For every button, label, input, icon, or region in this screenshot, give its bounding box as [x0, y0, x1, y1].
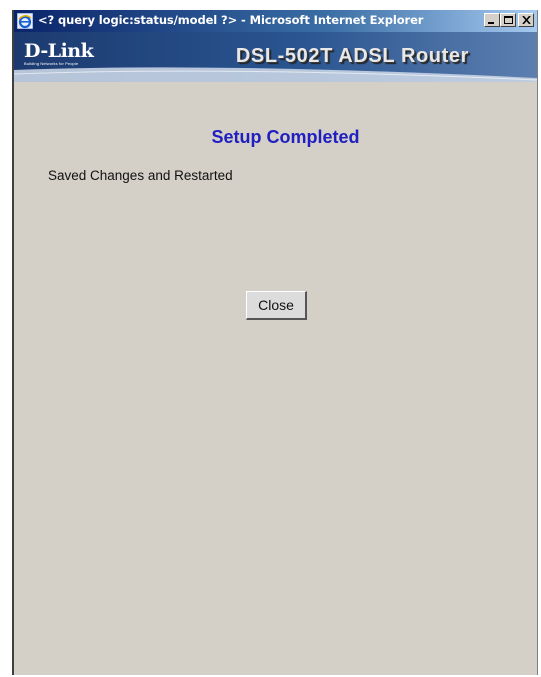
logo-text: D-Link — [24, 40, 94, 62]
title-bar: <? query logic:status/model ?> - Microso… — [14, 10, 537, 32]
product-title: DSL-502T ADSL Router — [235, 45, 469, 67]
minimize-button[interactable] — [484, 13, 500, 27]
close-window-button[interactable] — [518, 13, 534, 27]
window-title: <? query logic:status/model ?> - Microso… — [38, 13, 424, 27]
close-button[interactable]: Close — [246, 291, 307, 320]
page-content: Setup Completed Saved Changes and Restar… — [14, 82, 537, 675]
dlink-logo: D-Link Building Networks for People — [24, 40, 94, 67]
page-heading: Setup Completed — [211, 127, 360, 147]
window-controls — [484, 13, 534, 27]
internet-explorer-icon[interactable] — [16, 12, 34, 30]
status-message: Saved Changes and Restarted — [48, 168, 233, 183]
dlink-banner: D-Link Building Networks for People DSL-… — [14, 32, 537, 82]
browser-window: <? query logic:status/model ?> - Microso… — [12, 10, 538, 675]
maximize-button[interactable] — [500, 13, 516, 27]
